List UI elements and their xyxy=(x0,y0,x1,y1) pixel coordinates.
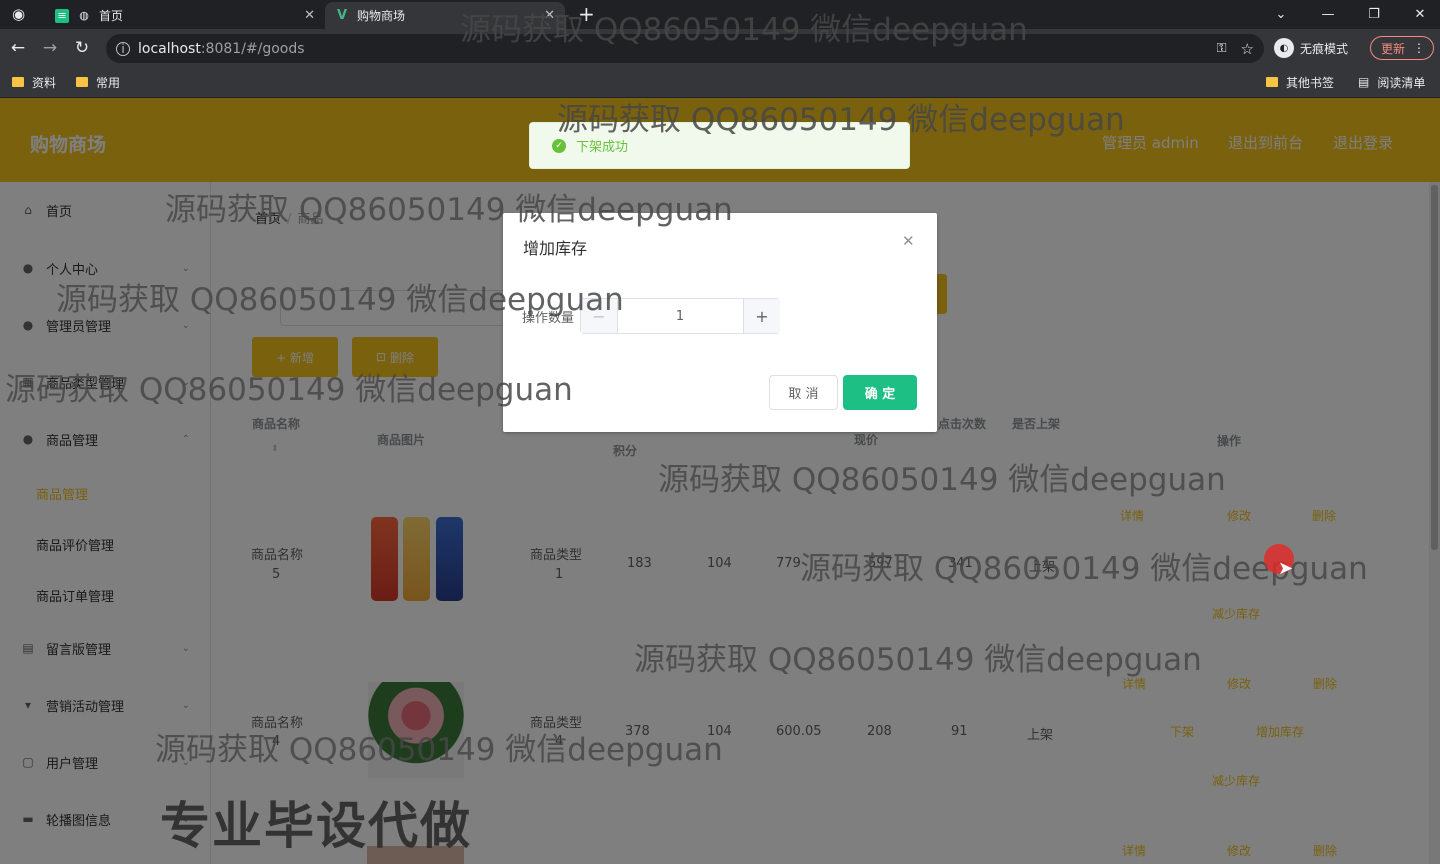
key-icon[interactable]: ⚿ xyxy=(1217,41,1227,56)
watermark-text: 源码获取 QQ86050149 微信deepguan xyxy=(5,372,573,408)
update-label: 更新 xyxy=(1381,41,1406,56)
check-icon: ✓ xyxy=(552,138,566,153)
url-path: :8081/#/goods xyxy=(200,40,305,57)
bookmark-label: 阅读清单 xyxy=(1377,75,1426,90)
bookmark-label: 常用 xyxy=(96,75,121,90)
mouse-pointer-icon: ➤ xyxy=(1278,558,1294,579)
incognito-label: 无痕模式 xyxy=(1300,41,1349,56)
watermark-text: 源码获取 QQ86050149 微信deepguan xyxy=(460,12,1028,48)
minimize-icon[interactable]: — xyxy=(1305,0,1351,29)
bookmark-folder[interactable]: 常用 xyxy=(76,72,120,92)
tab-title: 首页 xyxy=(99,9,124,23)
folder-icon xyxy=(1266,77,1278,87)
globe-icon: ◍ xyxy=(79,9,89,22)
incognito-icon: ◐ xyxy=(1274,38,1294,58)
bookmark-label: 资料 xyxy=(32,75,57,90)
watermark-banner: 专业毕设代做 xyxy=(160,797,472,855)
incognito-indicator[interactable]: ◐ 无痕模式 xyxy=(1274,37,1348,59)
back-icon[interactable]: ← xyxy=(8,38,28,58)
tab-home[interactable]: ≡ ◍ 首页 ✕ xyxy=(45,2,325,29)
watermark-text: 源码获取 QQ86050149 微信deepguan xyxy=(165,192,733,228)
increase-button[interactable]: + xyxy=(743,299,780,333)
reading-list-icon: ▤ xyxy=(1358,75,1370,89)
vue-icon: V xyxy=(336,8,348,23)
folder-icon xyxy=(76,77,88,87)
bookmark-folder[interactable]: 其他书签 xyxy=(1266,72,1334,92)
watermark-text: 源码获取 QQ86050149 微信deepguan xyxy=(56,282,624,318)
watermark-text: 源码获取 QQ86050149 微信deepguan xyxy=(658,462,1226,498)
url-host: localhost xyxy=(138,40,201,57)
app-favicon-icon: ≡ xyxy=(55,8,69,23)
star-icon[interactable]: ☆ xyxy=(1241,40,1254,58)
confirm-button[interactable]: 确 定 xyxy=(843,375,917,410)
restore-icon[interactable]: ❐ xyxy=(1351,0,1397,29)
close-tab-icon[interactable]: ✕ xyxy=(304,8,315,23)
browser-menu-icon[interactable]: ◉ xyxy=(12,5,30,23)
info-icon[interactable]: i xyxy=(116,41,130,56)
reload-icon[interactable]: ↻ xyxy=(72,38,92,58)
bookmark-folder[interactable]: 资料 xyxy=(12,72,56,92)
watermark-text: 源码获取 QQ86050149 微信deepguan xyxy=(557,102,1125,138)
update-button[interactable]: 更新 ⋮ xyxy=(1370,36,1434,60)
tab-title: 购物商场 xyxy=(357,9,406,23)
tab-search-icon[interactable]: ⌄ xyxy=(1258,0,1304,29)
close-window-icon[interactable]: ✕ xyxy=(1397,0,1440,29)
close-icon[interactable]: ✕ xyxy=(902,232,915,250)
more-icon: ⋮ xyxy=(1413,41,1425,55)
quantity-input[interactable]: 1 xyxy=(617,299,743,333)
reading-list[interactable]: ▤ 阅读清单 xyxy=(1358,72,1425,92)
cancel-button[interactable]: 取 消 xyxy=(769,375,838,410)
bookmark-label: 其他书签 xyxy=(1286,75,1335,90)
forward-icon[interactable]: → xyxy=(40,38,60,58)
dialog-title: 增加库存 xyxy=(523,239,588,258)
watermark-text: 源码获取 QQ86050149 微信deepguan xyxy=(155,732,723,768)
folder-icon xyxy=(12,77,24,87)
watermark-text: 源码获取 QQ86050149 微信deepguan xyxy=(634,642,1202,678)
